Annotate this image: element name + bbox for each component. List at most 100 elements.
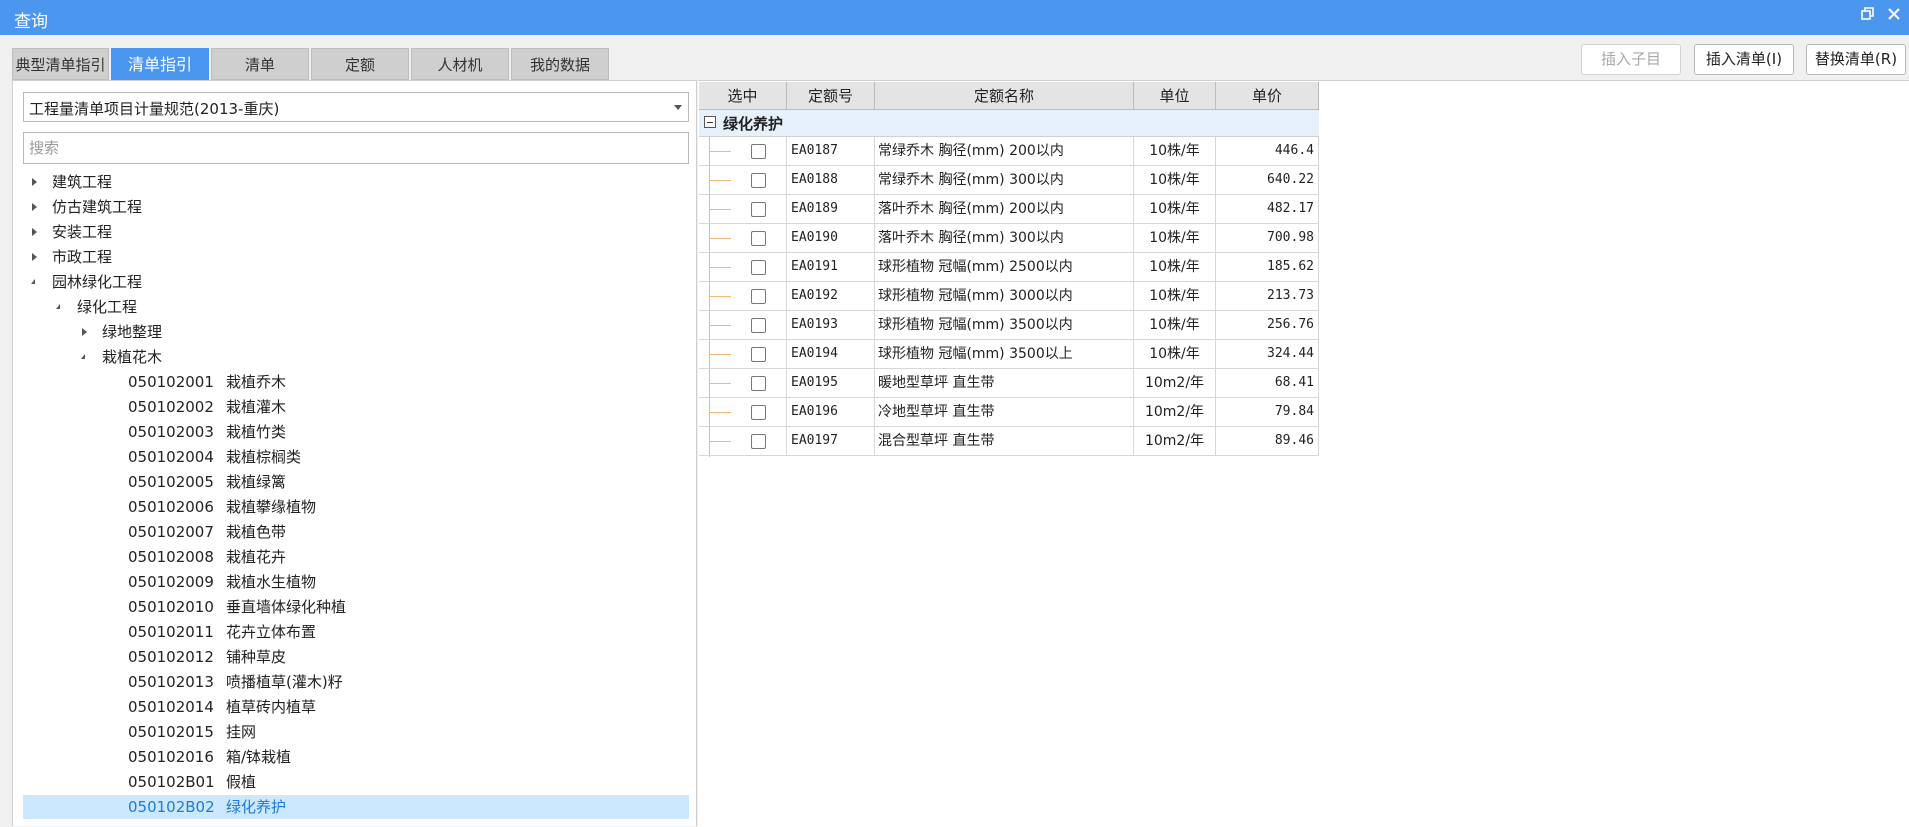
unit-cell[interactable]: 10m2/年 [1134, 427, 1216, 455]
expand-arrow-icon[interactable] [32, 228, 37, 236]
quota-name-cell[interactable]: 球形植物 冠幅(mm) 3500以上 [875, 340, 1134, 368]
expand-arrow-icon[interactable] [32, 178, 37, 186]
quota-code-cell[interactable]: EA0193 [787, 311, 875, 339]
tab-list-guide[interactable]: 清单指引 [111, 48, 209, 80]
tab-my-data[interactable]: 我的数据 [511, 48, 609, 80]
unit-cell[interactable]: 10株/年 [1134, 224, 1216, 252]
table-row[interactable]: EA0197 混合型草坪 直生带 10m2/年 89.46 [699, 427, 1319, 456]
unit-cell[interactable]: 10株/年 [1134, 166, 1216, 194]
quota-code-cell[interactable]: EA0192 [787, 282, 875, 310]
unit-cell[interactable]: 10m2/年 [1134, 369, 1216, 397]
unit-price-cell[interactable]: 79.84 [1216, 398, 1319, 426]
expand-arrow-icon[interactable] [32, 253, 37, 261]
unit-price-cell[interactable]: 700.98 [1216, 224, 1319, 252]
quota-code-cell[interactable]: EA0194 [787, 340, 875, 368]
tree-leaf-item[interactable]: 050102008 栽植花卉 [23, 545, 689, 569]
tree-leaf-item[interactable]: 050102012 铺种草皮 [23, 645, 689, 669]
tab-list[interactable]: 清单 [211, 48, 309, 80]
header-unit[interactable]: 单位 [1134, 82, 1216, 110]
unit-price-cell[interactable]: 68.41 [1216, 369, 1319, 397]
insert-list-button[interactable]: 插入清单(I) [1694, 44, 1794, 75]
table-row[interactable]: EA0194 球形植物 冠幅(mm) 3500以上 10株/年 324.44 [699, 340, 1319, 369]
expand-arrow-icon[interactable] [32, 203, 37, 211]
tree-node[interactable]: 安装工程 [23, 220, 689, 244]
quota-name-cell[interactable]: 冷地型草坪 直生带 [875, 398, 1134, 426]
tree-node[interactable]: 园林绿化工程 [23, 270, 689, 294]
unit-price-cell[interactable]: 256.76 [1216, 311, 1319, 339]
header-unit-price[interactable]: 单价 [1216, 82, 1319, 110]
tree-leaf-item[interactable]: 050102007 栽植色带 [23, 520, 689, 544]
spec-select[interactable]: 工程量清单项目计量规范(2013-重庆) [23, 92, 689, 122]
tree-leaf-item[interactable]: 050102015 挂网 [23, 720, 689, 744]
tree-leaf-item[interactable]: 050102011 花卉立体布置 [23, 620, 689, 644]
tree-leaf-item[interactable]: 050102013 喷播植草(灌木)籽 [23, 670, 689, 694]
row-checkbox[interactable] [751, 376, 766, 391]
quota-code-cell[interactable]: EA0187 [787, 137, 875, 165]
row-checkbox[interactable] [751, 405, 766, 420]
unit-price-cell[interactable]: 324.44 [1216, 340, 1319, 368]
collapse-arrow-icon[interactable] [81, 354, 85, 359]
tree-node[interactable]: 建筑工程 [23, 170, 689, 194]
row-checkbox[interactable] [751, 260, 766, 275]
row-checkbox[interactable] [751, 144, 766, 159]
row-checkbox[interactable] [751, 318, 766, 333]
insert-child-button[interactable]: 插入子目 [1581, 44, 1681, 75]
quota-name-cell[interactable]: 暖地型草坪 直生带 [875, 369, 1134, 397]
quota-name-cell[interactable]: 常绿乔木 胸径(mm) 200以内 [875, 137, 1134, 165]
quota-code-cell[interactable]: EA0195 [787, 369, 875, 397]
quota-code-cell[interactable]: EA0196 [787, 398, 875, 426]
row-checkbox[interactable] [751, 173, 766, 188]
quota-name-cell[interactable]: 球形植物 冠幅(mm) 3000以内 [875, 282, 1134, 310]
tree-node[interactable]: 栽植花木 [23, 345, 689, 369]
close-icon[interactable] [1883, 5, 1905, 27]
tree-leaf-item[interactable]: 050102016 箱/钵栽植 [23, 745, 689, 769]
unit-price-cell[interactable]: 446.4 [1216, 137, 1319, 165]
unit-cell[interactable]: 10株/年 [1134, 195, 1216, 223]
collapse-arrow-icon[interactable] [56, 304, 60, 309]
row-checkbox[interactable] [751, 231, 766, 246]
unit-price-cell[interactable]: 213.73 [1216, 282, 1319, 310]
row-checkbox[interactable] [751, 347, 766, 362]
tree-leaf-item[interactable]: 050102B02 绿化养护 [23, 795, 689, 819]
table-row[interactable]: EA0193 球形植物 冠幅(mm) 3500以内 10株/年 256.76 [699, 311, 1319, 340]
tree-leaf-item[interactable]: 050102009 栽植水生植物 [23, 570, 689, 594]
header-quota-code[interactable]: 定额号 [787, 82, 875, 110]
quota-name-cell[interactable]: 球形植物 冠幅(mm) 3500以内 [875, 311, 1134, 339]
tree-leaf-item[interactable]: 050102002 栽植灌木 [23, 395, 689, 419]
replace-list-button[interactable]: 替换清单(R) [1806, 44, 1906, 75]
table-row[interactable]: EA0189 落叶乔木 胸径(mm) 200以内 10株/年 482.17 [699, 195, 1319, 224]
quota-code-cell[interactable]: EA0197 [787, 427, 875, 455]
quota-code-cell[interactable]: EA0190 [787, 224, 875, 252]
restore-icon[interactable] [1857, 5, 1879, 27]
search-input[interactable] [23, 132, 689, 164]
tree-leaf-item[interactable]: 050102010 垂直墙体绿化种植 [23, 595, 689, 619]
collapse-icon[interactable] [704, 116, 716, 128]
header-quota-name[interactable]: 定额名称 [875, 82, 1134, 110]
unit-price-cell[interactable]: 185.62 [1216, 253, 1319, 281]
unit-cell[interactable]: 10株/年 [1134, 340, 1216, 368]
tree-node[interactable]: 绿化工程 [23, 295, 689, 319]
table-row[interactable]: EA0190 落叶乔木 胸径(mm) 300以内 10株/年 700.98 [699, 224, 1319, 253]
quota-name-cell[interactable]: 球形植物 冠幅(mm) 2500以内 [875, 253, 1134, 281]
expand-arrow-icon[interactable] [82, 328, 87, 336]
tree-leaf-item[interactable]: 050102005 栽植绿篱 [23, 470, 689, 494]
header-select[interactable]: 选中 [699, 82, 787, 110]
quota-name-cell[interactable]: 混合型草坪 直生带 [875, 427, 1134, 455]
unit-price-cell[interactable]: 89.46 [1216, 427, 1319, 455]
tab-quota[interactable]: 定额 [311, 48, 409, 80]
quota-name-cell[interactable]: 落叶乔木 胸径(mm) 200以内 [875, 195, 1134, 223]
unit-price-cell[interactable]: 640.22 [1216, 166, 1319, 194]
quota-code-cell[interactable]: EA0189 [787, 195, 875, 223]
table-row[interactable]: EA0191 球形植物 冠幅(mm) 2500以内 10株/年 185.62 [699, 253, 1319, 282]
collapse-arrow-icon[interactable] [31, 279, 35, 284]
table-row[interactable]: EA0192 球形植物 冠幅(mm) 3000以内 10株/年 213.73 [699, 282, 1319, 311]
tree-node[interactable]: 仿古建筑工程 [23, 195, 689, 219]
tree-leaf-item[interactable]: 050102014 植草砖内植草 [23, 695, 689, 719]
unit-cell[interactable]: 10株/年 [1134, 137, 1216, 165]
tree-leaf-item[interactable]: 050102006 栽植攀缘植物 [23, 495, 689, 519]
tree-leaf-item[interactable]: 050102003 栽植竹类 [23, 420, 689, 444]
quota-code-cell[interactable]: EA0191 [787, 253, 875, 281]
row-checkbox[interactable] [751, 434, 766, 449]
row-checkbox[interactable] [751, 202, 766, 217]
table-row[interactable]: EA0187 常绿乔木 胸径(mm) 200以内 10株/年 446.4 [699, 137, 1319, 166]
